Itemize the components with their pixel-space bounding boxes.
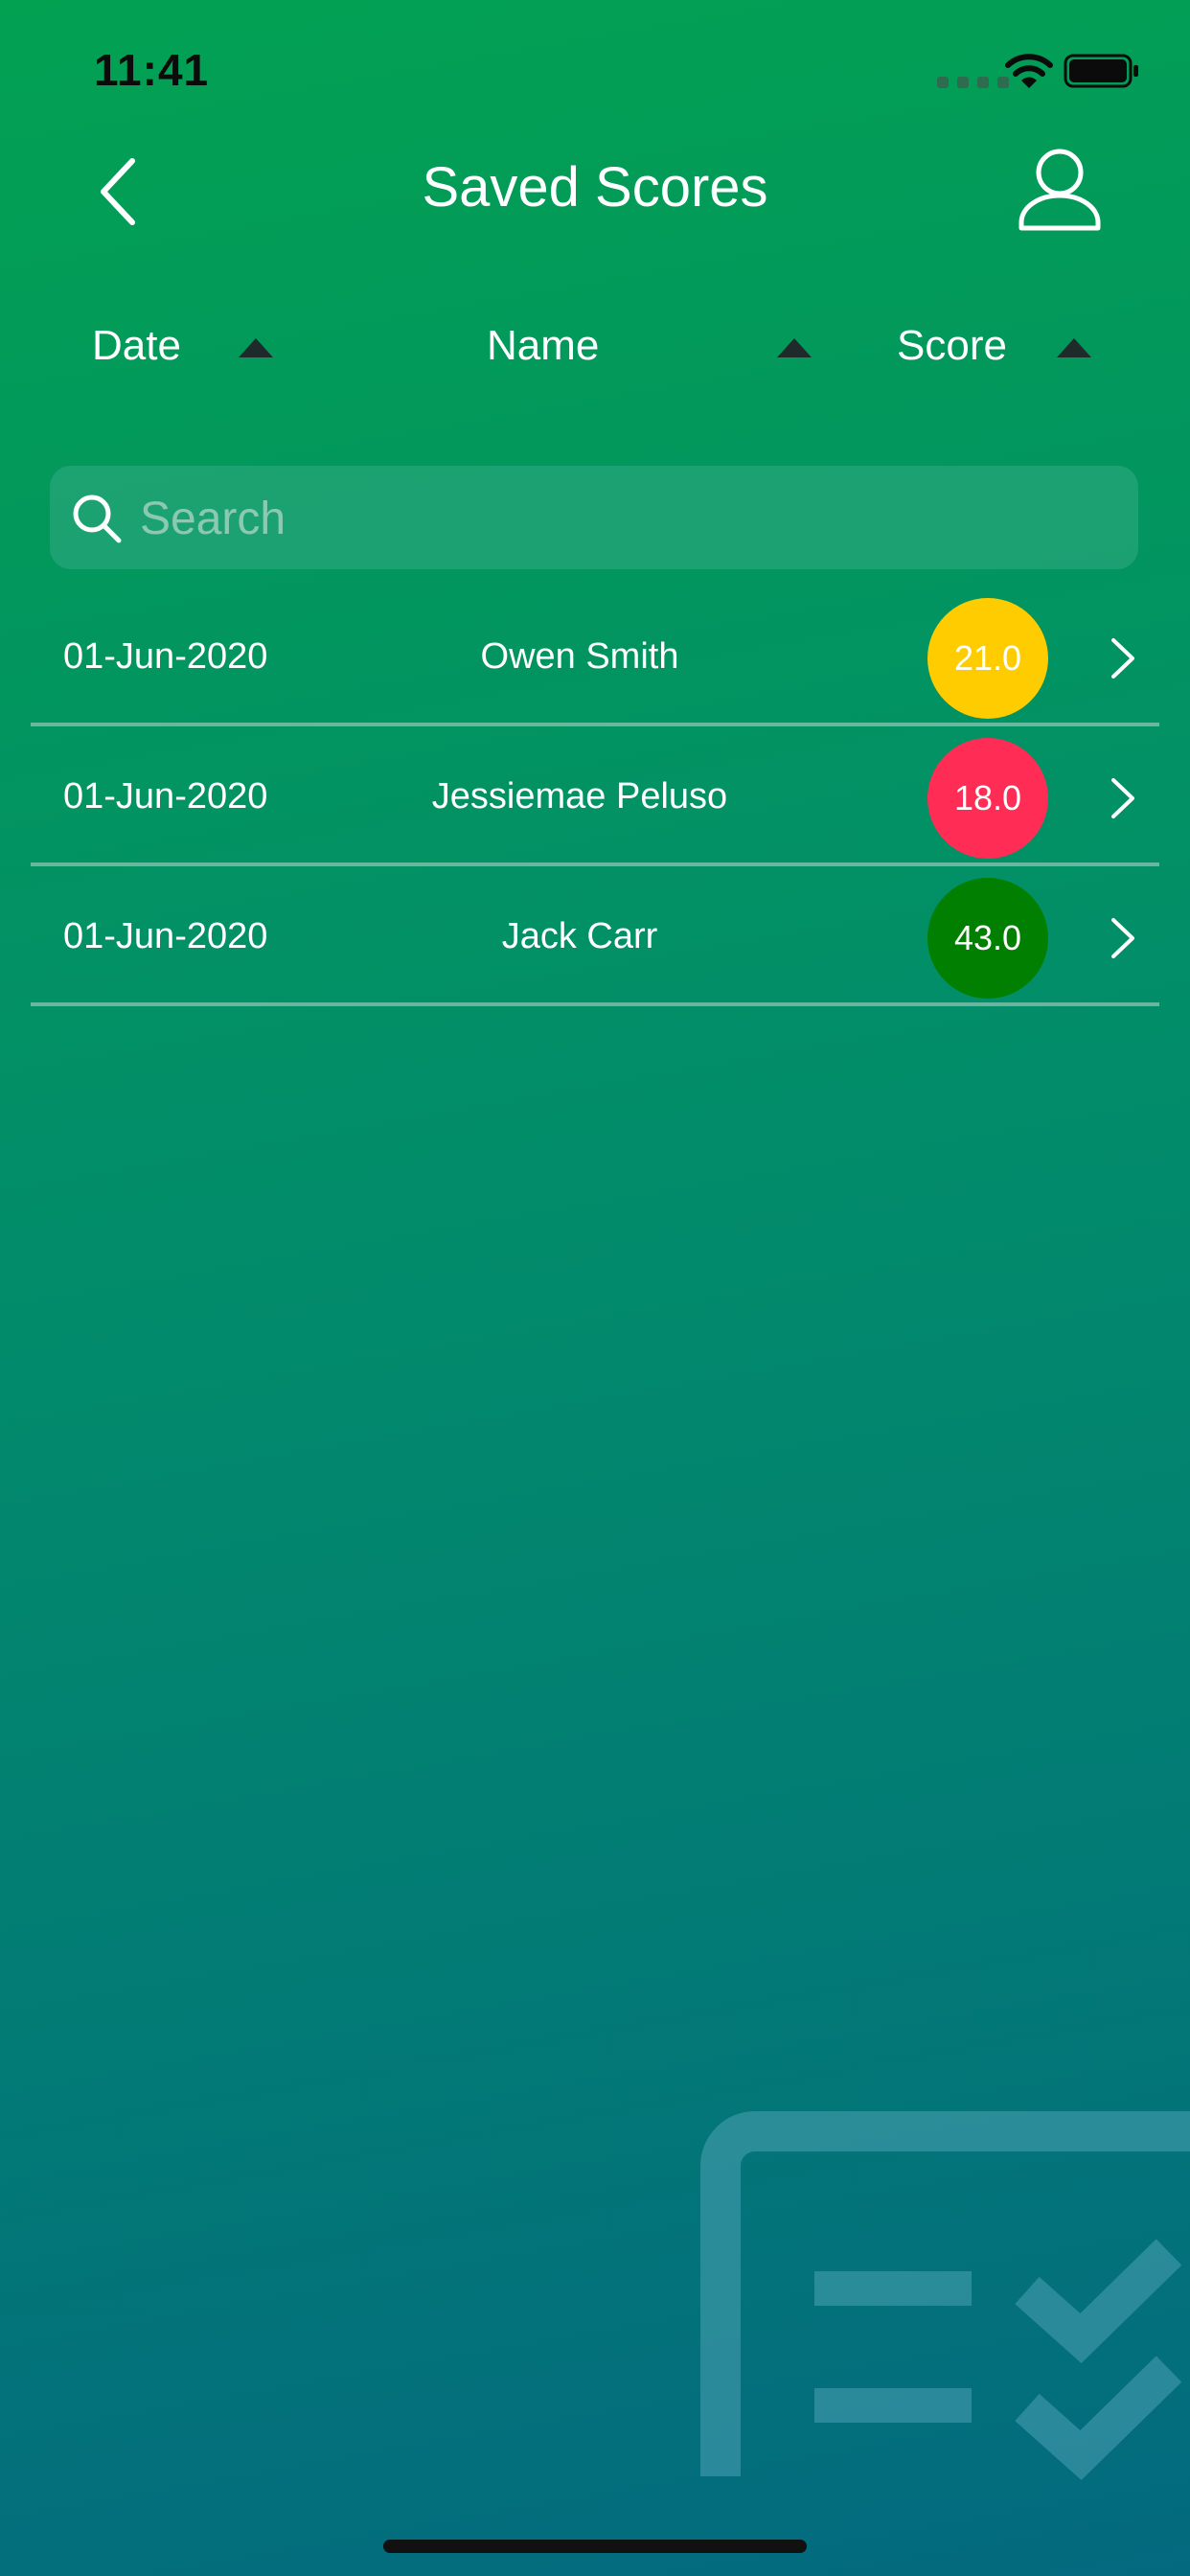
status-time: 11:41 xyxy=(94,45,210,95)
chevron-right-icon xyxy=(1111,778,1134,818)
score-badge: 43.0 xyxy=(927,878,1048,999)
checklist-watermark-icon xyxy=(700,2111,1190,2481)
sort-label-name: Name xyxy=(487,322,600,369)
user-icon xyxy=(1018,149,1101,231)
table-row[interactable]: 01-Jun-2020 Owen Smith 21.0 xyxy=(0,586,1190,726)
row-name: Jessiemae Peluso xyxy=(431,776,728,816)
sort-by-date[interactable]: Date xyxy=(92,316,284,383)
search-bar[interactable] xyxy=(50,466,1138,569)
score-badge: 21.0 xyxy=(927,598,1048,719)
row-name: Jack Carr xyxy=(501,916,658,956)
battery-icon xyxy=(1064,54,1138,88)
score-badge: 18.0 xyxy=(927,738,1048,859)
search-input[interactable] xyxy=(138,483,1119,554)
home-indicator[interactable] xyxy=(383,2540,807,2553)
row-date: 01-Jun-2020 xyxy=(63,916,268,956)
search-icon xyxy=(73,494,122,543)
row-divider xyxy=(31,1002,1159,1006)
chevron-right-icon xyxy=(1111,918,1134,958)
profile-button[interactable] xyxy=(1014,146,1106,238)
chevron-right-icon xyxy=(1111,638,1134,678)
triangle-up-icon xyxy=(1057,338,1091,357)
table-row[interactable]: 01-Jun-2020 Jack Carr 43.0 xyxy=(0,866,1190,1006)
triangle-up-icon xyxy=(239,338,273,357)
status-bar: 11:41 xyxy=(0,0,1190,144)
cellular-signal-icon xyxy=(937,77,1009,88)
table-row[interactable]: 01-Jun-2020 Jessiemae Peluso 18.0 xyxy=(0,726,1190,866)
sort-by-name[interactable]: Name xyxy=(487,316,822,383)
row-name: Owen Smith xyxy=(480,636,679,677)
page-title: Saved Scores xyxy=(422,156,768,218)
wifi-icon xyxy=(1005,54,1053,88)
sort-label-score: Score xyxy=(897,322,1007,369)
triangle-up-icon xyxy=(777,338,812,357)
row-date: 01-Jun-2020 xyxy=(63,776,268,816)
sort-header: Date Name Score xyxy=(0,316,1190,383)
sort-by-score[interactable]: Score xyxy=(897,316,1098,383)
sort-label-date: Date xyxy=(92,322,181,369)
row-date: 01-Jun-2020 xyxy=(63,636,268,677)
